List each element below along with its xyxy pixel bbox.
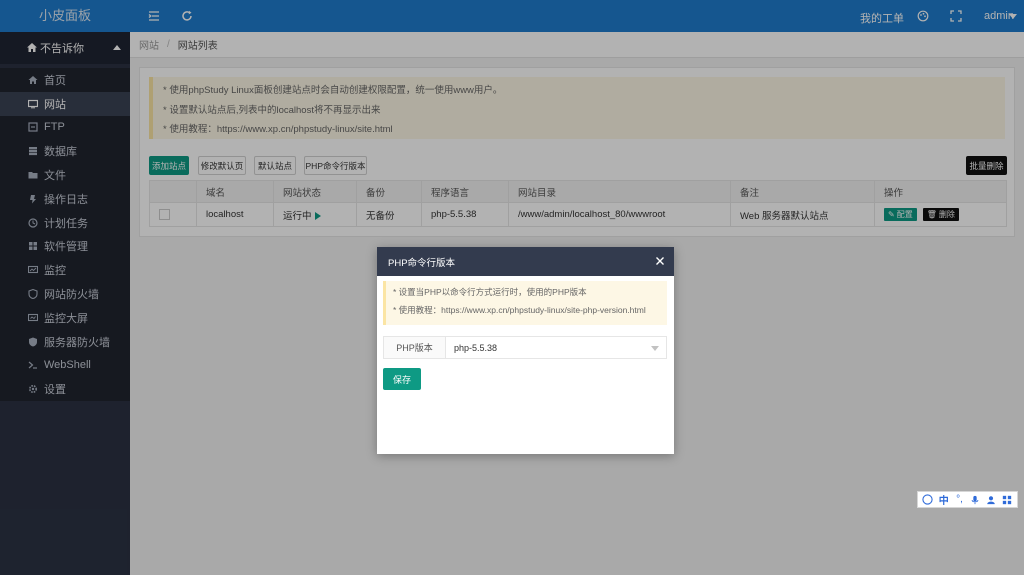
punctuation-icon[interactable]: °, bbox=[954, 494, 966, 506]
notice-line: * 设置当PHP以命令行方式运行时，使用的PHP版本 bbox=[393, 287, 587, 297]
php-version-value: php-5.5.38 bbox=[454, 342, 498, 353]
chevron-down-icon bbox=[651, 346, 659, 351]
ime-logo-icon[interactable] bbox=[922, 494, 934, 506]
close-icon[interactable] bbox=[655, 256, 665, 266]
ime-toolbar: 中 °, bbox=[917, 491, 1018, 508]
save-button[interactable]: 保存 bbox=[383, 368, 421, 390]
php-cli-version-dialog: PHP命令行版本 * 设置当PHP以命令行方式运行时，使用的PHP版本 * 使用… bbox=[377, 247, 674, 454]
dialog-header: PHP命令行版本 bbox=[377, 247, 674, 276]
ime-language-toggle[interactable]: 中 bbox=[938, 494, 950, 507]
microphone-icon[interactable] bbox=[969, 494, 981, 506]
php-version-label: PHP版本 bbox=[383, 336, 446, 359]
notice-line: * 使用教程：https://www.xp.cn/phpstudy-linux/… bbox=[393, 305, 646, 315]
dialog-notice: * 设置当PHP以命令行方式运行时，使用的PHP版本 * 使用教程：https:… bbox=[383, 281, 667, 325]
dialog-title: PHP命令行版本 bbox=[388, 257, 456, 269]
apps-grid-icon[interactable] bbox=[1001, 494, 1013, 506]
php-version-select[interactable]: php-5.5.38 bbox=[446, 336, 667, 359]
user-icon[interactable] bbox=[985, 494, 997, 506]
